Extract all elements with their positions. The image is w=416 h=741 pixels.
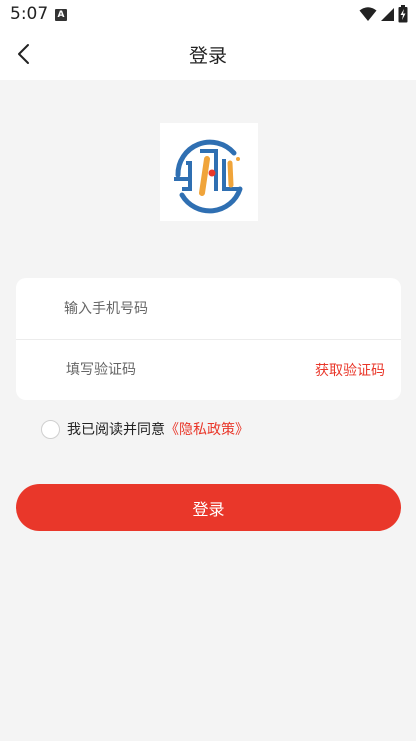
status-icons <box>359 5 408 23</box>
brand-logo-icon <box>174 139 243 214</box>
agreement-row: 我已阅读并同意 《隐私政策》 <box>41 419 249 439</box>
agree-text: 我已阅读并同意 <box>67 422 165 438</box>
notification-badge: A <box>55 9 67 21</box>
phone-row <box>16 278 401 340</box>
verification-code-input[interactable] <box>66 339 296 400</box>
header: 登录 <box>0 28 416 80</box>
privacy-policy-link[interactable]: 《隐私政策》 <box>165 419 249 439</box>
cell-signal-icon <box>381 8 394 21</box>
app-logo <box>160 123 258 221</box>
page-title: 登录 <box>188 45 227 67</box>
get-code-button[interactable]: 获取验证码 <box>315 360 385 380</box>
login-form-card: 获取验证码 <box>16 278 401 400</box>
status-time: 5:07 <box>10 4 49 24</box>
code-row: 获取验证码 <box>16 339 401 400</box>
battery-charging-icon <box>398 5 408 23</box>
status-bar: 5:07 A <box>0 0 416 28</box>
login-button[interactable]: 登录 <box>16 484 401 531</box>
wifi-icon <box>359 7 377 21</box>
agree-checkbox[interactable] <box>41 419 60 439</box>
phone-input[interactable] <box>64 278 364 339</box>
